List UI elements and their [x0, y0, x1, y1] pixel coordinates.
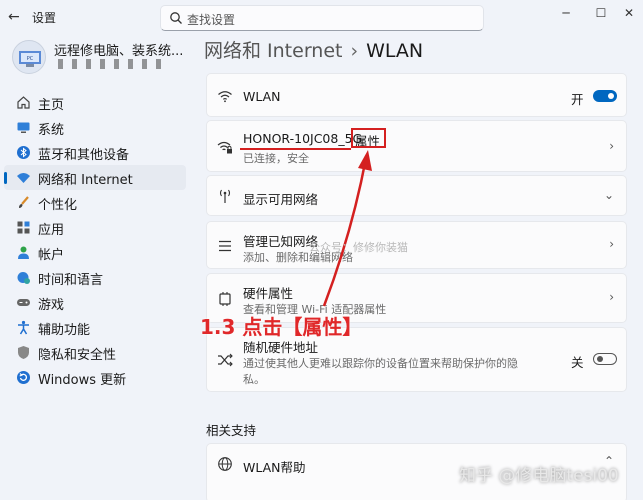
shield-icon	[18, 346, 29, 359]
chevron-right-icon: ›	[609, 290, 614, 304]
breadcrumb-parent[interactable]: 网络和 Internet	[204, 40, 342, 62]
close-button[interactable]: ✕	[622, 6, 636, 20]
wifi-icon	[218, 91, 232, 103]
sidebar-item-label: 网络和 Internet	[38, 173, 133, 188]
random-hw-description-line1: 通过使其他人更难以跟踪你的设备位置来帮助保护你的隐	[243, 357, 518, 370]
sidebar-item-apps[interactable]: 应用	[4, 215, 186, 240]
profile-name: 远程修电脑、装系统...	[54, 44, 184, 59]
wlan-help-label: WLAN帮助	[243, 460, 306, 475]
hardware-label: 硬件属性	[243, 286, 294, 301]
home-icon	[17, 96, 30, 109]
sidebar-item-home[interactable]: 主页	[4, 90, 186, 115]
annotation-label: 1.3 点击【属性】	[200, 315, 363, 339]
wlan-label: WLAN	[243, 89, 281, 104]
window-title: 设置	[32, 11, 57, 25]
watermark-bottom-right: 知乎 @修电脑tesi00	[459, 466, 619, 486]
profile-account-redacted	[58, 59, 168, 69]
gamepad-icon	[17, 299, 30, 306]
random-hw-state-label: 关	[571, 355, 584, 370]
accessibility-icon	[18, 320, 29, 335]
random-hw-toggle-switch[interactable]	[593, 353, 617, 365]
avatar-image: PC	[19, 51, 41, 67]
sidebar-item-system[interactable]: 系统	[4, 115, 186, 140]
brush-icon	[19, 196, 29, 208]
page-title: WLAN	[366, 40, 424, 62]
wlan-state-label: 开	[571, 92, 584, 107]
shuffle-icon	[218, 353, 233, 367]
sidebar: PC 远程修电脑、装系统... 主页 系统 蓝牙和其他设备 网络和 Intern…	[0, 34, 196, 500]
sidebar-item-label: 个性化	[38, 198, 78, 213]
chevron-down-icon[interactable]: ⌄	[604, 188, 614, 202]
sidebar-item-privacy[interactable]: 隐私和安全性	[4, 340, 186, 365]
adapter-icon	[219, 292, 231, 306]
avatar[interactable]: PC	[12, 40, 46, 74]
sidebar-item-time-language[interactable]: 时间和语言	[4, 265, 186, 290]
network-status: 已连接，安全	[243, 152, 309, 165]
sidebar-item-accessibility[interactable]: 辅助功能	[4, 315, 186, 340]
sidebar-item-label: 帐户	[38, 248, 65, 263]
antenna-icon	[219, 189, 231, 203]
sidebar-item-label: 隐私和安全性	[38, 348, 117, 363]
breadcrumb-separator: ›	[350, 40, 359, 62]
annotation-highlight-box	[351, 128, 386, 148]
search-icon	[170, 12, 182, 24]
manage-known-networks-card[interactable]: 管理已知网络 添加、删除和编辑网络 ›	[206, 221, 627, 269]
wlan-toggle-switch[interactable]	[593, 90, 617, 102]
sidebar-item-label: Windows 更新	[38, 373, 127, 388]
random-hw-description-line2: 私。	[243, 373, 265, 386]
globe-icon	[218, 457, 232, 471]
sidebar-item-personalization[interactable]: 个性化	[4, 190, 186, 215]
bluetooth-icon	[17, 146, 30, 159]
back-arrow-icon[interactable]: ←	[8, 9, 24, 25]
wifi-secure-icon	[217, 141, 232, 154]
person-icon	[18, 246, 29, 259]
sidebar-item-label: 游戏	[38, 298, 65, 313]
sidebar-item-accounts[interactable]: 帐户	[4, 240, 186, 265]
search-input[interactable]: 查找设置	[160, 5, 484, 31]
sidebar-item-windows-update[interactable]: Windows 更新	[4, 365, 186, 390]
globe-clock-icon	[17, 272, 30, 284]
sidebar-item-label: 时间和语言	[38, 273, 104, 288]
sidebar-item-network[interactable]: 网络和 Internet	[4, 165, 186, 190]
wlan-toggle-card: WLAN 开	[206, 73, 627, 117]
show-networks-label: 显示可用网络	[243, 192, 319, 207]
monitor-icon	[17, 122, 30, 133]
update-icon	[17, 371, 30, 384]
breadcrumb: 网络和 Internet › WLAN	[204, 36, 423, 63]
maximize-button[interactable]: ☐	[594, 6, 608, 20]
sidebar-item-label: 主页	[38, 98, 65, 113]
watermark-middle: 公众号：修修你装猫	[309, 241, 408, 254]
annotation-underline	[240, 148, 351, 150]
apps-icon	[17, 221, 30, 234]
related-support-heading: 相关支持	[206, 423, 257, 438]
sidebar-item-label: 蓝牙和其他设备	[38, 148, 130, 163]
sidebar-item-label: 应用	[38, 223, 65, 238]
sidebar-item-gaming[interactable]: 游戏	[4, 290, 186, 315]
network-name: HONOR-10JC08_5G	[243, 131, 363, 146]
wifi-icon	[17, 173, 30, 183]
chevron-right-icon: ›	[609, 139, 614, 153]
minimize-button[interactable]: ─	[559, 6, 573, 20]
manage-known-label: 管理已知网络	[243, 234, 319, 249]
sidebar-item-label: 辅助功能	[38, 323, 91, 338]
search-placeholder: 查找设置	[187, 13, 236, 27]
list-icon	[219, 240, 231, 252]
sidebar-item-label: 系统	[38, 123, 65, 138]
connected-network-card[interactable]: HONOR-10JC08_5G 属性 已连接，安全 ›	[206, 120, 627, 172]
show-networks-card[interactable]: 显示可用网络 ⌄	[206, 175, 627, 216]
sidebar-item-bluetooth[interactable]: 蓝牙和其他设备	[4, 140, 186, 165]
svg-text:PC: PC	[27, 56, 34, 62]
title-bar: ← 设置 查找设置 ─ ☐ ✕	[0, 0, 643, 34]
chevron-right-icon: ›	[609, 237, 614, 251]
sidebar-nav: 主页 系统 蓝牙和其他设备 网络和 Internet 个性化 应用 帐户 时间和…	[0, 90, 196, 390]
